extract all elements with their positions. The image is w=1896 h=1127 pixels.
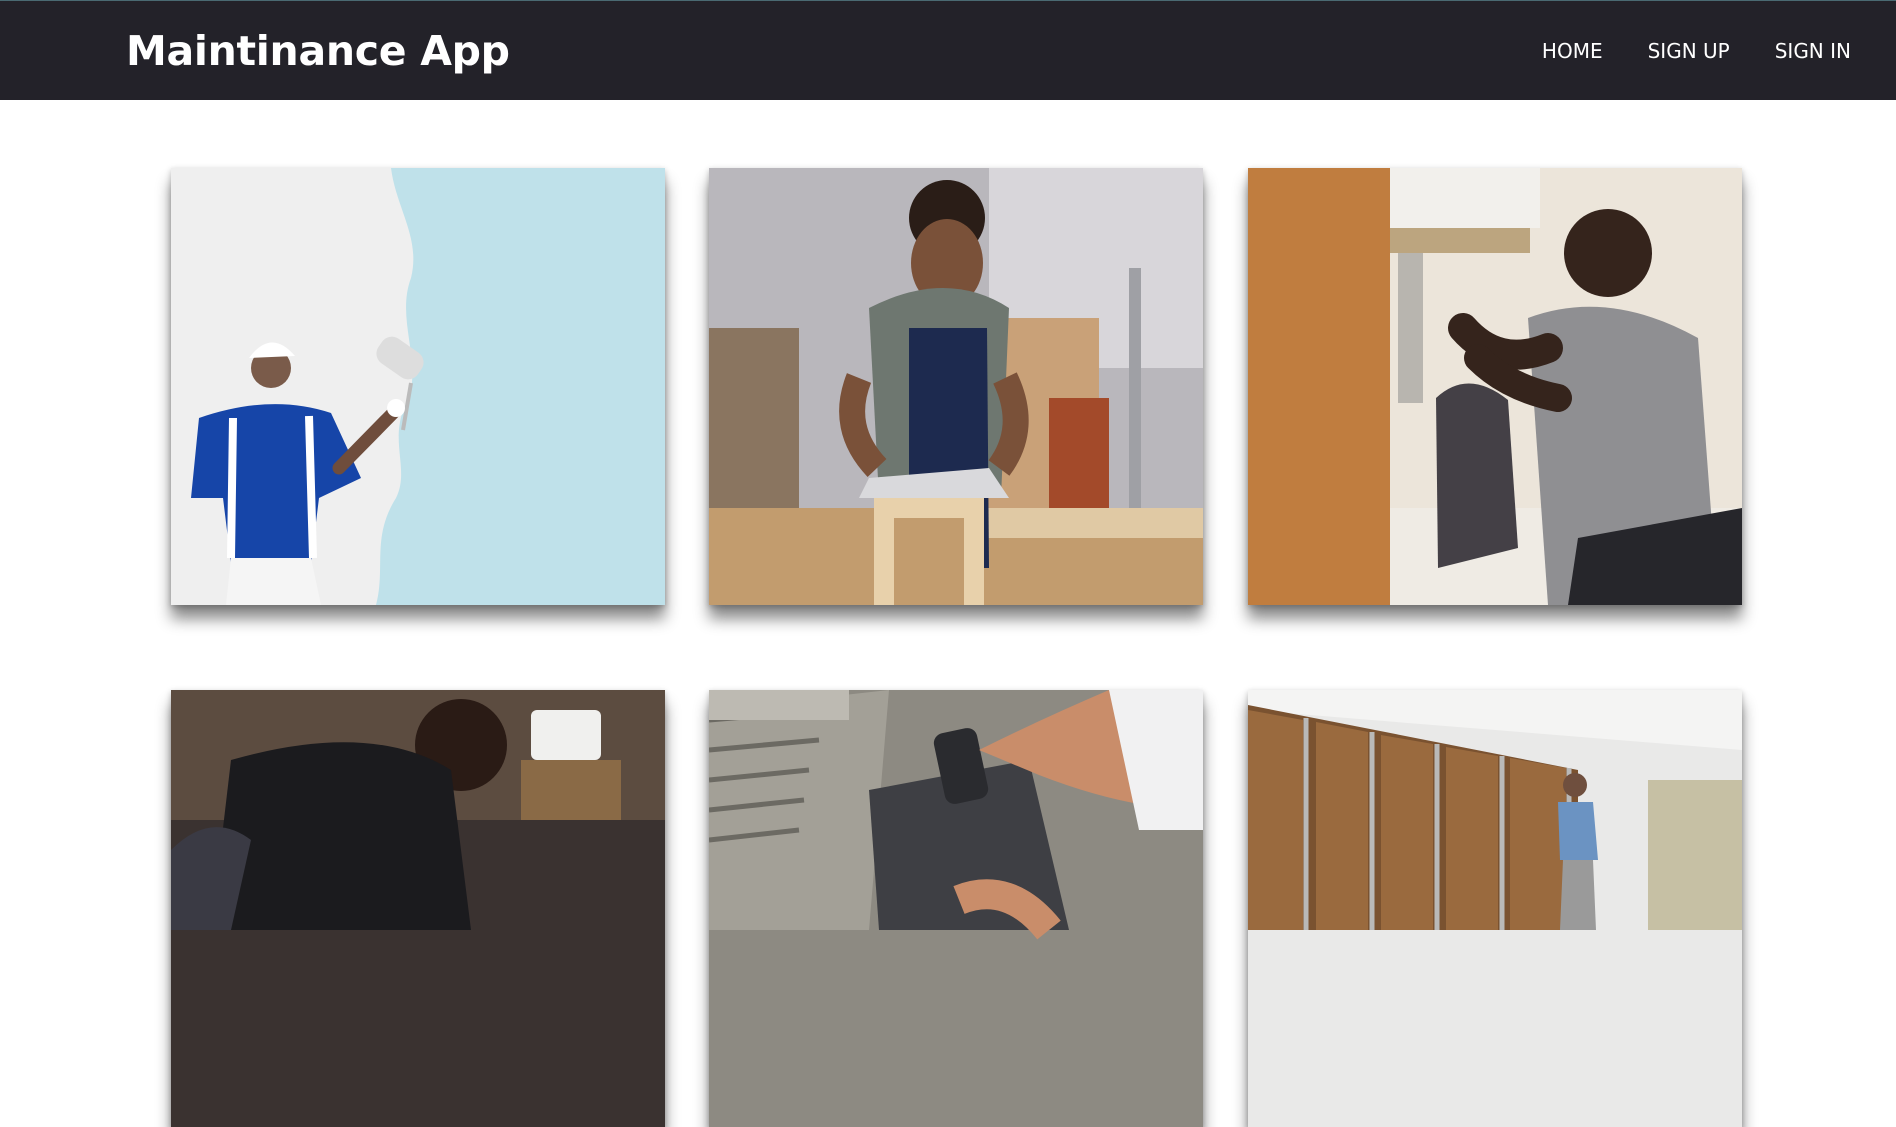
tile-setter-photo <box>709 690 1203 1127</box>
nav-signup-link[interactable]: SIGN UP <box>1648 39 1730 63</box>
painter-photo <box>171 168 665 605</box>
nav-signin-link[interactable]: SIGN IN <box>1775 39 1851 63</box>
gallery-card-tiling[interactable] <box>709 690 1203 1127</box>
gallery-card-insulation[interactable] <box>1248 690 1742 1127</box>
main-nav: HOME SIGN UP SIGN IN <box>1542 39 1851 63</box>
plumber-photo <box>1248 168 1742 605</box>
workshop-worker-photo <box>171 690 665 1127</box>
app-title[interactable]: Maintinance App <box>126 27 510 76</box>
gallery-card-workshop[interactable] <box>171 690 665 1127</box>
insulation-worker-photo <box>1248 690 1742 1127</box>
gallery-card-plumber[interactable] <box>1248 168 1742 605</box>
top-navbar: Maintinance App HOME SIGN UP SIGN IN <box>0 0 1896 100</box>
nav-home-link[interactable]: HOME <box>1542 39 1603 63</box>
gallery-card-carpenter[interactable] <box>709 168 1203 605</box>
carpenter-photo <box>709 168 1203 605</box>
gallery-card-painter[interactable] <box>171 168 665 605</box>
